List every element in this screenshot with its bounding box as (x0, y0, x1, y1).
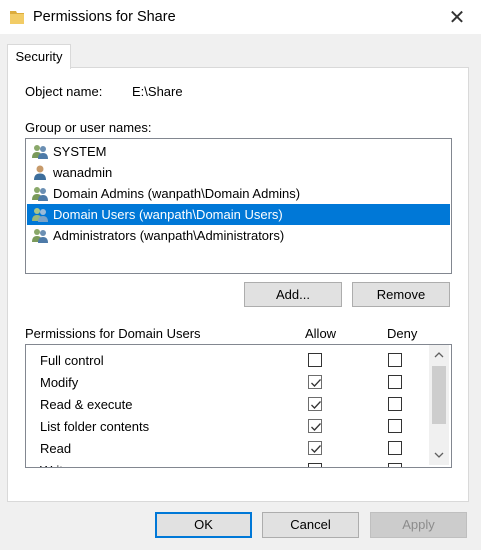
add-button[interactable]: Add... (244, 282, 342, 307)
deny-checkbox[interactable] (388, 397, 402, 411)
deny-checkbox[interactable] (388, 463, 402, 467)
permission-name: Write (40, 463, 70, 467)
tab-security[interactable]: Security (7, 44, 71, 69)
list-item-domain-users[interactable]: Domain Users (wanpath\Domain Users) (27, 204, 450, 225)
list-item-label: Domain Users (wanpath\Domain Users) (53, 207, 283, 222)
permission-name: Modify (40, 375, 79, 390)
permissions-list: Full control Modify Read & execute List fol… (25, 344, 452, 468)
group-icon (32, 187, 48, 201)
group-user-list[interactable]: SYSTEM wanadmin Domain Admins (wanpath\D… (25, 138, 452, 274)
allow-checkbox[interactable] (308, 397, 322, 411)
ok-button[interactable]: OK (155, 512, 252, 538)
permission-row: List folder contents (26, 416, 430, 438)
object-name-label: Object name: (25, 84, 103, 99)
permission-row: Read (26, 438, 430, 460)
folder-icon (9, 8, 25, 26)
allow-checkbox[interactable] (308, 463, 322, 467)
checkmark-icon (311, 401, 321, 409)
list-item-wanadmin[interactable]: wanadmin (27, 162, 450, 183)
group-icon (32, 229, 48, 243)
permission-name: Full control (40, 353, 104, 368)
list-item-system[interactable]: SYSTEM (27, 141, 450, 162)
list-item-administrators[interactable]: Administrators (wanpath\Administrators) (27, 225, 450, 246)
object-name-value: E:\Share (132, 84, 183, 99)
window-title: Permissions for Share (33, 9, 176, 25)
close-button[interactable]: ✕ (440, 2, 474, 32)
permissions-scrollbar[interactable] (429, 345, 449, 465)
remove-button[interactable]: Remove (352, 282, 450, 307)
list-item-domain-admins[interactable]: Domain Admins (wanpath\Domain Admins) (27, 183, 450, 204)
permission-row: Full control (26, 350, 430, 372)
scroll-up-arrow-icon[interactable] (429, 346, 449, 364)
permission-row: Write (26, 460, 430, 467)
permission-name: Read (40, 441, 72, 456)
deny-checkbox[interactable] (388, 353, 402, 367)
list-item-label: SYSTEM (53, 144, 107, 159)
user-icon (34, 165, 46, 180)
permission-name: List folder contents (40, 419, 150, 434)
permissions-label: Permissions for Domain Users (25, 326, 201, 341)
deny-column-header: Deny (387, 326, 418, 341)
allow-checkbox[interactable] (308, 353, 322, 367)
checkmark-icon (311, 423, 321, 431)
checkmark-icon (311, 445, 321, 453)
close-icon: ✕ (448, 6, 466, 29)
list-item-label: wanadmin (53, 165, 113, 180)
permission-row: Modify (26, 372, 430, 394)
group-icon (32, 145, 48, 159)
deny-checkbox[interactable] (388, 441, 402, 455)
group-list-label: Group or user names: (25, 120, 152, 135)
list-item-label: Domain Admins (wanpath\Domain Admins) (53, 186, 301, 201)
permission-row: Read & execute (26, 394, 430, 416)
permission-name: Read & execute (40, 397, 133, 412)
allow-column-header: Allow (305, 326, 337, 341)
scroll-thumb[interactable] (432, 366, 446, 424)
checkmark-icon (311, 379, 321, 387)
group-icon (32, 208, 48, 222)
cancel-button[interactable]: Cancel (262, 512, 359, 538)
list-item-label: Administrators (wanpath\Administrators) (53, 228, 285, 243)
deny-checkbox[interactable] (388, 375, 402, 389)
allow-checkbox[interactable] (308, 375, 322, 389)
allow-checkbox[interactable] (308, 419, 322, 433)
allow-checkbox[interactable] (308, 441, 322, 455)
scroll-down-arrow-icon[interactable] (429, 446, 449, 464)
deny-checkbox[interactable] (388, 419, 402, 433)
apply-button[interactable]: Apply (370, 512, 467, 538)
